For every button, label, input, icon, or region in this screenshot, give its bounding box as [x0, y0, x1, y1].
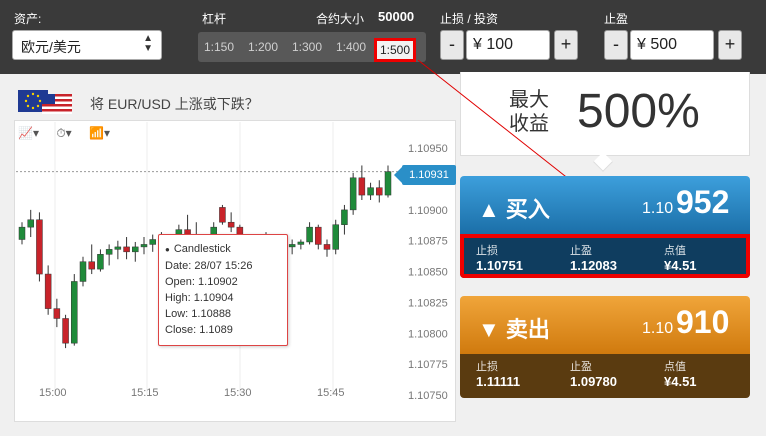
contract-size-value: 50000: [378, 9, 415, 24]
tooltip-open: Open: 1.10902: [165, 276, 238, 288]
leverage-option[interactable]: 1:400: [336, 40, 366, 54]
sell-button[interactable]: ▼ 卖出 1.10 910: [460, 296, 750, 354]
sell-tp-label: 止盈: [570, 361, 592, 373]
select-arrows-icon: ▲ ▼: [143, 33, 153, 54]
leverage-label: 杠杆: [202, 12, 227, 26]
sell-sl-label: 止损: [476, 361, 498, 373]
stop-loss-minus-button[interactable]: -: [440, 30, 464, 60]
sell-panel[interactable]: ▼ 卖出 1.10 910 止损 1.11111 止盈 1.09780 点值 ¥…: [460, 296, 750, 398]
question-text: 将 EUR/USD 上涨或下跌？: [90, 96, 259, 112]
buy-details: 止损 1.10751 止盈 1.12083 点值 ¥4.51: [460, 234, 750, 278]
indicators-icon[interactable]: 📶▾: [89, 126, 110, 140]
buy-pip-label: 点值: [664, 245, 686, 257]
sell-details: 止损 1.11111 止盈 1.09780 点值 ¥4.51: [460, 354, 750, 398]
buy-pip-value: ¥4.51: [664, 258, 697, 273]
sell-price-big: 910: [676, 304, 730, 340]
tooltip-close: Close: 1.1089: [165, 324, 233, 336]
sell-pip-value: ¥4.51: [664, 374, 697, 389]
sell-label: ▼ 卖出: [478, 317, 550, 342]
buy-label: ▲ 买入: [478, 197, 550, 222]
tooltip-date: Date: 28/07 15:26: [165, 260, 253, 272]
sell-sl-value: 1.11111: [476, 374, 521, 389]
buy-price-small: 1.10: [642, 200, 674, 217]
take-profit-label: 止盈: [604, 12, 629, 26]
take-profit-minus-button[interactable]: -: [604, 30, 628, 60]
eu-us-flag-icon: [18, 90, 72, 114]
buy-tp-label: 止盈: [570, 245, 592, 257]
max-profit-label: 最大收益: [509, 89, 549, 135]
leverage-selector: 1:150 1:200 1:300 1:400 1:500: [198, 32, 426, 62]
timeframe-icon[interactable]: ⏱▾: [56, 126, 71, 140]
top-toolbar: 资产: 欧元/美元 ▲ ▼ 杠杆 合约大小 50000 1:150 1:200 1…: [0, 0, 766, 74]
current-price-tag: 1.10931: [394, 165, 456, 185]
buy-button[interactable]: ▲ 买入 1.10 952: [460, 176, 750, 234]
chart-type-icon[interactable]: 📈▾: [18, 126, 39, 140]
chart-toolbar: 📈▾ ⏱▾ 📶▾: [18, 126, 124, 141]
leverage-option[interactable]: 1:300: [292, 40, 322, 54]
tooltip-low: Low: 1.10888: [165, 308, 232, 320]
max-profit-panel: 最大收益 500%: [460, 72, 750, 156]
tooltip-title: Candlestick: [165, 241, 281, 258]
leverage-option-active[interactable]: 1:500: [374, 38, 417, 62]
sell-price-small: 1.10: [642, 320, 674, 337]
asset-value: 欧元/美元: [21, 39, 81, 55]
asset-label: 资产:: [14, 12, 42, 26]
tooltip-high: High: 1.10904: [165, 292, 234, 304]
leverage-option[interactable]: 1:150: [204, 40, 234, 54]
stop-loss-plus-button[interactable]: +: [554, 30, 578, 60]
stop-loss-label: 止损 / 投资: [440, 12, 499, 26]
buy-price-big: 952: [676, 184, 730, 220]
buy-sl-value: 1.10751: [476, 258, 523, 273]
buy-sl-label: 止损: [476, 245, 498, 257]
asset-select[interactable]: 欧元/美元 ▲ ▼: [12, 30, 162, 60]
take-profit-input[interactable]: ¥ 500: [630, 30, 714, 60]
sell-tp-value: 1.09780: [570, 374, 617, 389]
stop-loss-input[interactable]: ¥ 100: [466, 30, 550, 60]
leverage-option[interactable]: 1:200: [248, 40, 278, 54]
buy-panel[interactable]: ▲ 买入 1.10 952 止损 1.10751 止盈 1.12083 点值 ¥…: [460, 176, 750, 278]
candlestick-tooltip: Candlestick Date: 28/07 15:26 Open: 1.10…: [158, 234, 288, 346]
max-profit-value: 500%: [577, 85, 700, 138]
sell-pip-label: 点值: [664, 361, 686, 373]
contract-size-label: 合约大小: [316, 12, 365, 26]
take-profit-plus-button[interactable]: +: [718, 30, 742, 60]
buy-tp-value: 1.12083: [570, 258, 617, 273]
